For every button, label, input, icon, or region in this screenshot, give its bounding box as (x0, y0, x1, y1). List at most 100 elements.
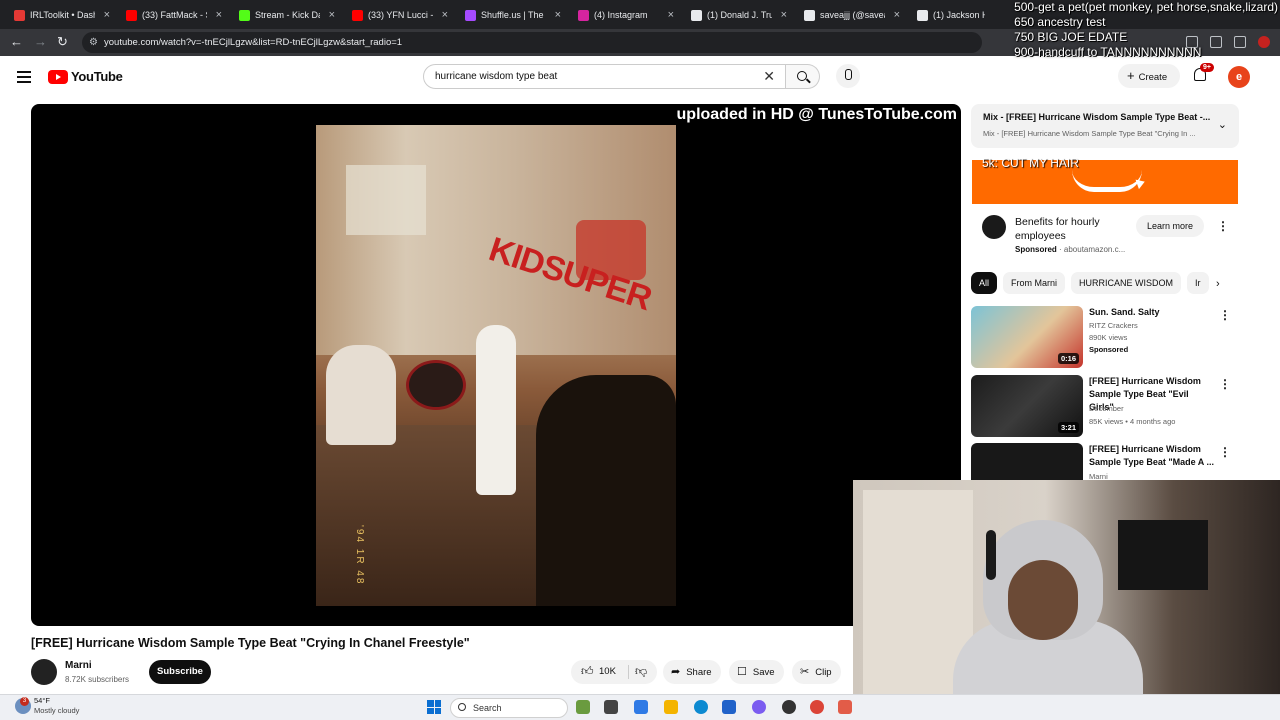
store-icon[interactable] (722, 700, 736, 714)
forward-arrow-icon[interactable]: → (34, 35, 47, 49)
chat-app-icon[interactable] (752, 700, 766, 714)
recommendation-meta: 890K views (1089, 333, 1128, 342)
clear-search-icon[interactable]: ✕ (763, 65, 775, 88)
weather-badge: 3 (20, 697, 29, 706)
recommended-video[interactable]: 3:21 [FREE] Hurricane Wisdom Sample Type… (971, 375, 1231, 437)
create-label: Create (1138, 72, 1168, 83)
tab-favicon-icon (691, 9, 702, 21)
ad-title[interactable]: Benefits for hourly employees (1015, 215, 1125, 243)
browser-tab[interactable]: (4) Instagram × (572, 3, 680, 27)
tab-favicon-icon (239, 9, 250, 21)
sponsored-label: Sponsored (1015, 245, 1057, 254)
channel-avatar[interactable] (31, 659, 57, 685)
obs-icon[interactable] (782, 700, 796, 714)
copilot-icon[interactable] (634, 700, 648, 714)
video-thumbnail[interactable]: 0:16 (971, 306, 1083, 368)
search-icon (458, 703, 466, 711)
dislike-thumb-icon[interactable]: 👎︎ (635, 664, 647, 679)
browser-tab[interactable]: (33) FattMack - St × (120, 3, 228, 27)
edge-icon[interactable] (694, 700, 708, 714)
account-avatar[interactable]: e (1228, 66, 1250, 88)
close-icon[interactable]: × (216, 9, 222, 21)
tab-favicon-icon (126, 9, 137, 21)
chrome-icon[interactable] (810, 700, 824, 714)
ad-meta: Sponsored · aboutamazon.c... (1015, 245, 1126, 254)
like-thumb-icon[interactable]: 👍︎ (581, 664, 594, 679)
recommended-video[interactable]: [FREE] Hurricane Wisdom Sample Type Beat… (971, 443, 1231, 481)
advertiser-avatar[interactable] (982, 215, 1006, 239)
file-explorer-icon[interactable] (664, 700, 678, 714)
subscribe-button[interactable]: Subscribe (149, 660, 211, 684)
webcam-overlay (853, 480, 1280, 694)
windows-start-icon[interactable] (427, 700, 441, 714)
tab-title: saveajjj (@saveajj (820, 10, 885, 20)
close-icon[interactable]: × (668, 9, 674, 21)
tab-favicon-icon (352, 9, 363, 21)
save-button[interactable]: ☐ Save (729, 660, 784, 684)
reload-icon[interactable]: ↻ (57, 35, 68, 49)
more-options-icon[interactable]: ⋮ (1219, 377, 1231, 391)
more-options-icon[interactable]: ⋮ (1219, 445, 1231, 459)
search-input[interactable]: hurricane wisdom type beat ✕ (423, 64, 786, 89)
plus-icon: + (1127, 68, 1135, 83)
mix-playlist-panel[interactable]: Mix - [FREE] Hurricane Wisdom Sample Typ… (971, 104, 1239, 148)
chip-more[interactable]: Ir (1187, 272, 1209, 294)
close-icon[interactable]: × (104, 9, 110, 21)
taskbar-app-icon[interactable] (604, 700, 618, 714)
back-arrow-icon[interactable]: ← (10, 35, 23, 49)
browser-tab[interactable]: saveajjj (@saveajj × (798, 3, 906, 27)
url-field[interactable]: ⚙ youtube.com/watch?v=-tnECjlLgzw&list=R… (82, 32, 982, 53)
video-watermark: uploaded in HD @ TunesToTube.com (676, 106, 957, 123)
temperature[interactable]: 54°F (34, 696, 50, 705)
taskbar-app-icon[interactable] (838, 700, 852, 714)
recommendation-title[interactable]: Sun. Sand. Salty (1089, 306, 1214, 319)
film-date-stamp: '94 1R 48 (354, 525, 365, 586)
taskbar-search[interactable]: Search (450, 698, 568, 718)
close-icon[interactable]: × (894, 9, 900, 21)
chip-topic[interactable]: HURRICANE WISDOM (1071, 272, 1182, 294)
task-view-icon[interactable] (576, 700, 590, 714)
close-icon[interactable]: × (329, 9, 335, 21)
site-info-icon[interactable]: ⚙ (89, 32, 98, 53)
video-player[interactable]: uploaded in HD @ TunesToTube.com KIDSUPE… (31, 104, 961, 626)
recommendation-title[interactable]: [FREE] Hurricane Wisdom Sample Type Beat… (1089, 443, 1214, 469)
search-icon (797, 71, 807, 81)
close-icon[interactable]: × (555, 9, 561, 21)
voice-search-icon[interactable] (836, 64, 860, 88)
channel-name[interactable]: Marni (65, 660, 92, 671)
youtube-logo[interactable]: YouTube (48, 69, 123, 84)
chevron-right-icon[interactable]: › (1216, 278, 1220, 290)
save-playlist-icon: ☐ (737, 666, 747, 678)
chip-from-channel[interactable]: From Marni (1003, 272, 1066, 294)
browser-tab[interactable]: IRLToolkit • Dashb × (8, 3, 116, 27)
tab-title: (33) FattMack - St (142, 10, 207, 20)
like-count[interactable]: 10K (599, 660, 616, 684)
close-icon[interactable]: × (781, 9, 787, 21)
more-options-icon[interactable]: ⋮ (1217, 219, 1229, 233)
more-options-icon[interactable]: ⋮ (1219, 308, 1231, 322)
recommended-video[interactable]: 0:16 Sun. Sand. Salty RITZ Crackers 890K… (971, 306, 1231, 368)
share-button[interactable]: ➦ Share (663, 660, 721, 684)
video-thumbnail[interactable] (971, 443, 1083, 481)
browser-tab[interactable]: (1) Donald J. Trum × (685, 3, 793, 27)
chevron-down-icon[interactable]: ⌄ (1218, 118, 1227, 131)
browser-tab[interactable]: (1) Jackson Hin (911, 3, 991, 27)
ad-domain: aboutamazon.c... (1063, 245, 1126, 254)
search-button[interactable] (786, 64, 820, 89)
tab-title: IRLToolkit • Dashb (30, 10, 95, 20)
save-label: Save (752, 667, 775, 678)
tab-favicon-icon (578, 9, 589, 21)
stream-overlay-ad-text: 5k: CUT MY HAIR (982, 156, 1079, 170)
browser-tab[interactable]: Shuffle.us | The # × (459, 3, 567, 27)
weather-condition: Mostly cloudy (34, 706, 80, 715)
windows-taskbar: 3 54°F Mostly cloudy Search (0, 694, 1280, 720)
close-icon[interactable]: × (442, 9, 448, 21)
clip-button[interactable]: ✂ Clip (792, 660, 841, 684)
chip-all[interactable]: All (971, 272, 998, 294)
create-button[interactable]: + Create (1118, 64, 1180, 88)
video-thumbnail[interactable]: 3:21 (971, 375, 1083, 437)
browser-tab[interactable]: Stream - Kick Dash × (233, 3, 341, 27)
menu-icon[interactable] (17, 71, 31, 86)
learn-more-button[interactable]: Learn more (1136, 215, 1204, 237)
browser-tab[interactable]: (33) YFN Lucci - C × (346, 3, 454, 27)
